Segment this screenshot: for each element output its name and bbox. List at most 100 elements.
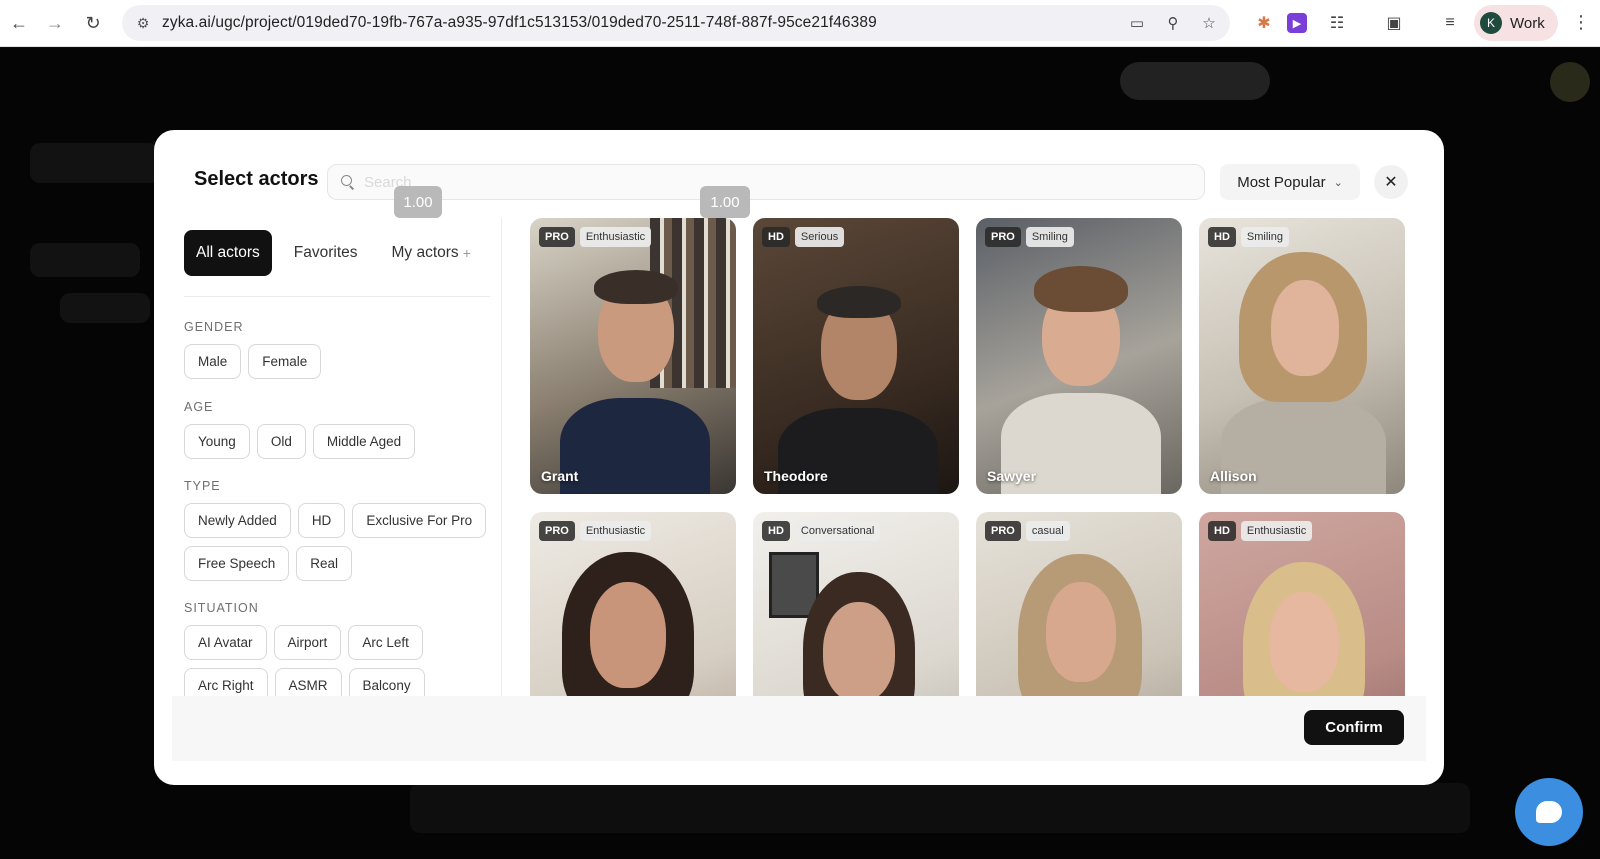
- reload-icon[interactable]: ↻: [78, 8, 108, 38]
- tone-badge: Serious: [794, 227, 845, 247]
- tier-badge: PRO: [985, 227, 1021, 247]
- chip-newly-added[interactable]: Newly Added: [184, 503, 291, 538]
- chip-exclusive-for-pro[interactable]: Exclusive For Pro: [352, 503, 487, 538]
- actor-card-allison[interactable]: HD Smiling Allison: [1199, 218, 1405, 494]
- tab-my-actors[interactable]: My actors +: [380, 230, 483, 276]
- gender-filter: GENDER Male Female: [184, 320, 322, 387]
- tier-badge: HD: [762, 227, 790, 247]
- actor-grid: PRO Enthusiastic Grant HD Serious Theodo…: [530, 218, 1410, 696]
- chat-support-button[interactable]: [1515, 778, 1583, 846]
- actor-name: Theodore: [764, 468, 828, 484]
- url-text[interactable]: zyka.ai/ugc/project/019ded70-19fb-767a-a…: [162, 14, 877, 32]
- tier-badge: PRO: [539, 521, 575, 541]
- chip-male[interactable]: Male: [184, 344, 242, 379]
- install-app-icon[interactable]: ▭: [1126, 12, 1148, 34]
- tier-badge: HD: [1208, 521, 1236, 541]
- tone-badge: casual: [1025, 521, 1070, 541]
- site-settings-icon[interactable]: ⚙: [132, 15, 154, 32]
- chip-hd[interactable]: HD: [297, 503, 346, 538]
- chip-airport[interactable]: Airport: [273, 625, 342, 660]
- tone-badge: Enthusiastic: [1240, 521, 1313, 541]
- chip-asmr[interactable]: ASMR: [274, 668, 342, 696]
- type-label: TYPE: [184, 479, 221, 493]
- actor-face: [1046, 582, 1116, 682]
- back-icon[interactable]: ←: [4, 8, 34, 38]
- actor-card-grant[interactable]: PRO Enthusiastic Grant: [530, 218, 736, 494]
- actor-card-theodore[interactable]: HD Serious Theodore: [753, 218, 959, 494]
- modal-footer: Confirm: [172, 696, 1426, 761]
- actor-card-8[interactable]: HD Enthusiastic: [1199, 512, 1405, 696]
- actor-card-7[interactable]: PRO casual: [976, 512, 1182, 696]
- chip-arc-left[interactable]: Arc Left: [348, 625, 423, 660]
- actor-face: [1271, 280, 1339, 376]
- chip-middle-aged[interactable]: Middle Aged: [312, 424, 416, 459]
- actor-name: Allison: [1210, 468, 1257, 484]
- situation-filter: SITUATION AI Avatar Airport Arc Left Arc…: [184, 601, 425, 696]
- actor-hair: [1034, 266, 1128, 312]
- actor-card-5[interactable]: PRO Enthusiastic: [530, 512, 736, 696]
- situation-label: SITUATION: [184, 601, 259, 615]
- search-input[interactable]: [364, 173, 1184, 191]
- screenshot-icon[interactable]: ▣: [1382, 11, 1406, 35]
- actor-photo: [560, 398, 710, 494]
- browser-menu-icon[interactable]: ⋮: [1572, 12, 1590, 33]
- tone-badge: Enthusiastic: [579, 227, 652, 247]
- select-actors-modal: Select actors Most Popular ⌄ ✕ 1.00 1.00…: [154, 130, 1444, 785]
- actor-face: [590, 582, 666, 688]
- bg-sidebar-item: [30, 243, 140, 277]
- actor-hair: [594, 270, 678, 304]
- play-extension-icon[interactable]: ▶: [1287, 13, 1307, 33]
- chip-real[interactable]: Real: [296, 546, 353, 581]
- plus-icon: +: [462, 245, 471, 261]
- chip-ai-avatar[interactable]: AI Avatar: [184, 625, 267, 660]
- chevron-down-icon: ⌄: [1333, 176, 1343, 189]
- chip-free-speech[interactable]: Free Speech: [184, 546, 290, 581]
- chip-old[interactable]: Old: [256, 424, 306, 459]
- actor-name: Sawyer: [987, 468, 1037, 484]
- sort-label: Most Popular: [1237, 173, 1326, 191]
- close-modal-button[interactable]: ✕: [1374, 165, 1408, 199]
- modal-title: Select actors: [194, 168, 319, 190]
- tier-badge: PRO: [985, 521, 1021, 541]
- actor-face: [823, 602, 895, 696]
- confirm-button[interactable]: Confirm: [1304, 710, 1404, 745]
- actor-card-sawyer[interactable]: PRO Smiling Sawyer: [976, 218, 1182, 494]
- tab-favorites[interactable]: Favorites: [282, 230, 370, 276]
- extensions-puzzle-icon[interactable]: ☷: [1325, 11, 1349, 35]
- tier-badge: HD: [762, 521, 790, 541]
- filter-sidebar: All actors Favorites My actors + GENDER M…: [172, 218, 502, 696]
- actor-search-box[interactable]: [327, 164, 1205, 200]
- chip-balcony[interactable]: Balcony: [348, 668, 425, 696]
- browser-toolbar: ← → ↻ ⚙ zyka.ai/ugc/project/019ded70-19f…: [0, 0, 1600, 47]
- age-filter: AGE Young Old Middle Aged: [184, 400, 416, 467]
- chip-arc-right[interactable]: Arc Right: [184, 668, 268, 696]
- password-key-icon[interactable]: ⚲: [1162, 12, 1184, 34]
- speed-tooltip-2: 1.00: [700, 186, 750, 218]
- profile-avatar: K: [1480, 12, 1502, 34]
- tone-badge: Enthusiastic: [579, 521, 652, 541]
- actor-face: [1269, 592, 1339, 692]
- chip-female[interactable]: Female: [248, 344, 322, 379]
- claude-extension-icon[interactable]: ✱: [1252, 11, 1276, 35]
- actor-tabs: All actors Favorites My actors +: [184, 230, 493, 276]
- tone-badge: Conversational: [794, 521, 881, 541]
- sort-dropdown[interactable]: Most Popular ⌄: [1220, 164, 1360, 200]
- age-label: AGE: [184, 400, 214, 414]
- bg-avatar: [1550, 62, 1590, 102]
- forward-icon[interactable]: →: [40, 8, 70, 38]
- actor-card-6[interactable]: HD Conversational: [753, 512, 959, 696]
- reading-list-icon[interactable]: ≡: [1438, 11, 1462, 35]
- gender-label: GENDER: [184, 320, 244, 334]
- search-icon: [340, 174, 356, 190]
- profile-button[interactable]: K Work: [1474, 5, 1558, 41]
- type-filter: TYPE Newly Added HD Exclusive For Pro Fr…: [184, 479, 487, 589]
- tabs-divider: [184, 296, 490, 297]
- tone-badge: Smiling: [1240, 227, 1289, 247]
- bg-sidebar-block: [30, 143, 160, 183]
- chip-young[interactable]: Young: [184, 424, 250, 459]
- address-bar[interactable]: ⚙ zyka.ai/ugc/project/019ded70-19fb-767a…: [122, 5, 1230, 41]
- tab-all-actors[interactable]: All actors: [184, 230, 272, 276]
- bg-sidebar-item-2: [60, 293, 150, 323]
- bg-header-pill: [1120, 62, 1270, 100]
- bookmark-star-icon[interactable]: ☆: [1198, 12, 1220, 34]
